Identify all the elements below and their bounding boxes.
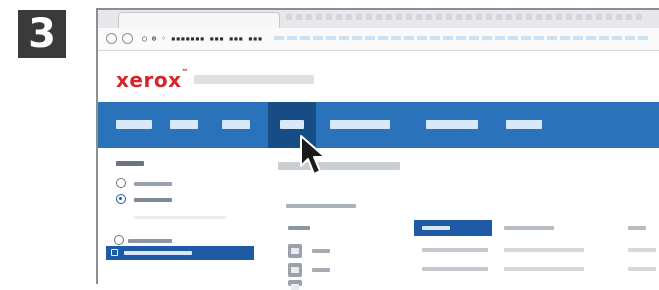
forward-icon[interactable] (122, 33, 133, 44)
nav-item-6[interactable] (426, 120, 478, 129)
table-cell (312, 268, 330, 272)
address-bar-blur (274, 36, 650, 40)
arrow-cursor-icon (300, 135, 326, 175)
table-col-header-sorted-label (422, 226, 450, 230)
step-number-badge: 3 (18, 10, 66, 58)
logo-text: xerox (116, 68, 182, 92)
table-cell (628, 248, 656, 252)
logo-subtitle-blur (194, 75, 314, 84)
nav-item-3[interactable] (222, 120, 250, 129)
table-col-header-3[interactable] (504, 226, 554, 230)
table-col-header-sorted[interactable] (414, 220, 492, 236)
radio-option-2-label (134, 198, 172, 202)
table-cell (422, 248, 488, 252)
table-cell (504, 267, 584, 271)
xerox-logo: xerox™ (116, 68, 189, 92)
radio-option-3[interactable] (114, 235, 124, 245)
nav-item-2[interactable] (170, 120, 198, 129)
table-cell (422, 267, 488, 271)
table-col-header-1[interactable] (288, 226, 310, 230)
browser-tab-strip (98, 10, 659, 29)
left-panel-separator (134, 216, 226, 219)
table-title (286, 204, 356, 208)
selected-list-item-label (124, 251, 192, 255)
printer-icon (288, 263, 302, 277)
selected-list-item[interactable] (106, 246, 254, 260)
trademark-symbol: ™ (181, 68, 189, 76)
table-cell (312, 249, 330, 253)
table-cell (628, 267, 656, 271)
radio-option-2[interactable] (116, 194, 126, 204)
folder-icon (111, 249, 118, 256)
radio-option-1-label (134, 182, 172, 186)
browser-tab[interactable] (118, 12, 280, 29)
left-panel-title (116, 161, 144, 166)
table-col-header-4[interactable] (628, 226, 646, 230)
browser-window: ○ ⊕ ◦ ▪▪▪▪▪▪▪ ▪▪▪ ▪▪▪ ▪▪▪ xerox™ (96, 8, 659, 290)
table-cell (504, 248, 584, 252)
nav-item-7[interactable] (506, 120, 542, 129)
browser-toolbar: ○ ⊕ ◦ ▪▪▪▪▪▪▪ ▪▪▪ ▪▪▪ ▪▪▪ (98, 28, 659, 51)
nav-item-active-label (280, 120, 304, 129)
nav-item-5[interactable] (330, 120, 390, 129)
tab-strip-blur (286, 14, 646, 20)
printer-icon (288, 244, 302, 258)
content-header-blur (278, 162, 400, 170)
printer-icon (288, 280, 302, 290)
back-icon[interactable] (106, 33, 117, 44)
radio-option-3-label (128, 239, 172, 243)
radio-option-1[interactable] (116, 178, 126, 188)
main-navbar (98, 102, 659, 148)
address-bar[interactable]: ○ ⊕ ◦ ▪▪▪▪▪▪▪ ▪▪▪ ▪▪▪ ▪▪▪ (142, 32, 262, 45)
nav-item-1[interactable] (116, 120, 152, 129)
